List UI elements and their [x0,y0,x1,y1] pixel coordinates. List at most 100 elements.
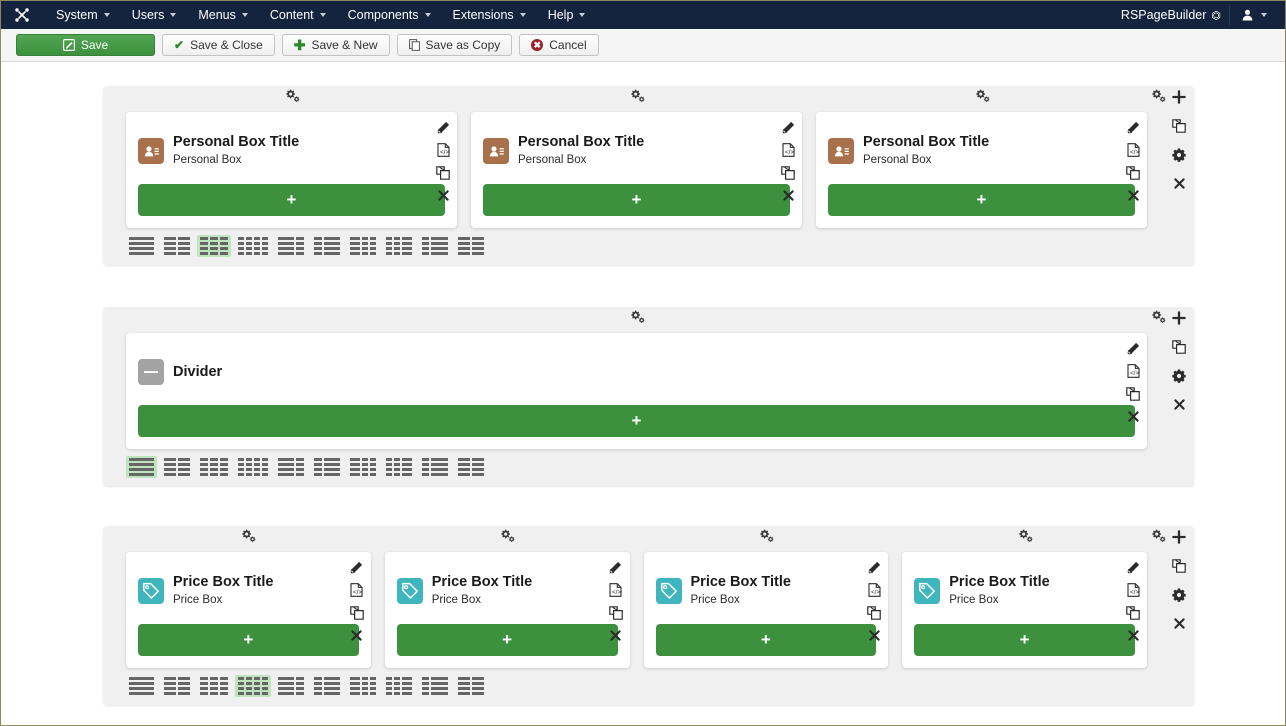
card-duplicate-icon[interactable] [609,606,623,624]
builder-card[interactable]: Divider </> + [126,333,1147,449]
layout-option-9[interactable] [419,675,451,697]
card-delete-icon[interactable] [438,189,449,205]
joomla-logo-icon[interactable] [11,5,33,25]
layout-option-1[interactable] [126,675,157,697]
card-duplicate-icon[interactable] [350,606,364,624]
column-settings-icon[interactable] [630,89,645,104]
card-source-icon[interactable]: </> [1127,364,1140,382]
card-duplicate-icon[interactable] [1126,166,1140,184]
layout-option-6[interactable] [311,456,343,478]
layout-option-1[interactable] [126,235,157,257]
card-edit-icon[interactable] [868,561,881,578]
block-settings-gears-icon[interactable] [1151,529,1166,544]
layout-option-6[interactable] [311,675,343,697]
layout-option-5[interactable] [275,235,307,257]
card-duplicate-icon[interactable] [867,606,881,624]
menu-help[interactable]: Help [537,4,597,26]
user-menu[interactable] [1229,5,1277,25]
layout-option-8[interactable] [383,675,415,697]
card-add-element-button[interactable]: + [138,184,445,216]
card-source-icon[interactable]: </> [782,143,795,161]
save-as-copy-button[interactable]: Save as Copy [397,34,513,56]
layout-option-2[interactable] [161,456,193,478]
builder-card[interactable]: Personal Box TitlePersonal Box </> + [816,112,1147,228]
menu-content[interactable]: Content [259,4,337,26]
block-settings-icon[interactable] [1172,369,1186,385]
layout-option-4[interactable] [235,456,271,478]
layout-option-2[interactable] [161,235,193,257]
block-settings-gears-icon[interactable] [1151,310,1166,325]
card-edit-icon[interactable] [1127,561,1140,578]
layout-option-3[interactable] [197,675,231,697]
card-delete-icon[interactable] [351,629,362,645]
card-edit-icon[interactable] [609,561,622,578]
card-source-icon[interactable]: </> [868,583,881,601]
save-new-button[interactable]: ✚ Save & New [282,34,390,56]
menu-users[interactable]: Users [121,4,188,26]
block-delete-icon[interactable] [1174,177,1185,191]
card-duplicate-icon[interactable] [1126,606,1140,624]
menu-components[interactable]: Components [337,4,442,26]
card-delete-icon[interactable] [1128,410,1139,426]
column-settings-icon[interactable] [630,310,645,325]
block-duplicate-icon[interactable] [1172,119,1186,135]
block-settings-gears-icon[interactable] [1151,89,1166,104]
save-close-button[interactable]: ✔ Save & Close [162,34,275,56]
layout-option-6[interactable] [311,235,343,257]
layout-option-5[interactable] [275,675,307,697]
column-settings-icon[interactable] [500,529,515,544]
layout-option-8[interactable] [383,456,415,478]
card-source-icon[interactable]: </> [1127,583,1140,601]
builder-card[interactable]: Personal Box TitlePersonal Box </> + [471,112,802,228]
save-button[interactable]: Save [16,34,155,56]
layout-option-7[interactable] [347,235,379,257]
card-edit-icon[interactable] [1127,121,1140,138]
card-edit-icon[interactable] [437,121,450,138]
layout-option-2[interactable] [161,675,193,697]
card-delete-icon[interactable] [610,629,621,645]
layout-option-7[interactable] [347,675,379,697]
card-source-icon[interactable]: </> [609,583,622,601]
card-duplicate-icon[interactable] [436,166,450,184]
block-duplicate-icon[interactable] [1172,340,1186,356]
card-delete-icon[interactable] [783,189,794,205]
layout-option-10[interactable] [455,456,487,478]
block-add-icon[interactable] [1172,530,1186,546]
block-settings-icon[interactable] [1172,588,1186,604]
layout-option-7[interactable] [347,456,379,478]
builder-card[interactable]: Price Box TitlePrice Box </> + [385,552,630,668]
card-add-element-button[interactable]: + [138,405,1135,437]
layout-option-9[interactable] [419,235,451,257]
block-add-icon[interactable] [1172,311,1186,327]
builder-card[interactable]: Personal Box TitlePersonal Box </> + [126,112,457,228]
builder-card[interactable]: Price Box TitlePrice Box </> + [902,552,1147,668]
column-settings-icon[interactable] [1018,529,1033,544]
layout-option-3[interactable] [197,235,231,257]
column-settings-icon[interactable] [975,89,990,104]
block-settings-icon[interactable] [1172,148,1186,164]
layout-option-1[interactable] [126,456,157,478]
card-edit-icon[interactable] [782,121,795,138]
block-duplicate-icon[interactable] [1172,559,1186,575]
layout-option-9[interactable] [419,456,451,478]
card-source-icon[interactable]: </> [1127,143,1140,161]
card-duplicate-icon[interactable] [781,166,795,184]
card-add-element-button[interactable]: + [656,624,877,656]
column-settings-icon[interactable] [759,529,774,544]
menu-extensions[interactable]: Extensions [442,4,537,26]
card-duplicate-icon[interactable] [1126,387,1140,405]
layout-option-5[interactable] [275,456,307,478]
card-source-icon[interactable]: </> [437,143,450,161]
card-delete-icon[interactable] [1128,189,1139,205]
site-name-link[interactable]: RSPageBuilder ⏣ [1113,4,1229,26]
menu-menus[interactable]: Menus [187,4,259,26]
layout-option-8[interactable] [383,235,415,257]
card-delete-icon[interactable] [869,629,880,645]
card-edit-icon[interactable] [350,561,363,578]
block-delete-icon[interactable] [1174,617,1185,631]
card-add-element-button[interactable]: + [397,624,618,656]
menu-system[interactable]: System [45,4,121,26]
layout-option-3[interactable] [197,456,231,478]
card-source-icon[interactable]: </> [350,583,363,601]
card-add-element-button[interactable]: + [483,184,790,216]
